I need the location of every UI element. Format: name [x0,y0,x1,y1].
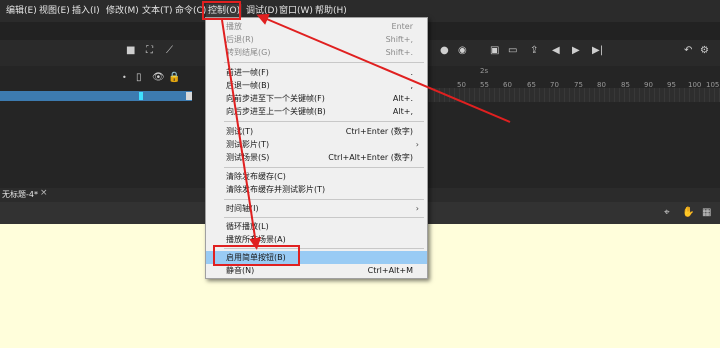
menu-path-arrow [221,19,262,250]
annotation-overlay [202,1,511,266]
simple-button-highlight-box [213,245,300,266]
pointer-arrow [256,13,511,123]
control-menu-highlight-box [202,1,241,20]
